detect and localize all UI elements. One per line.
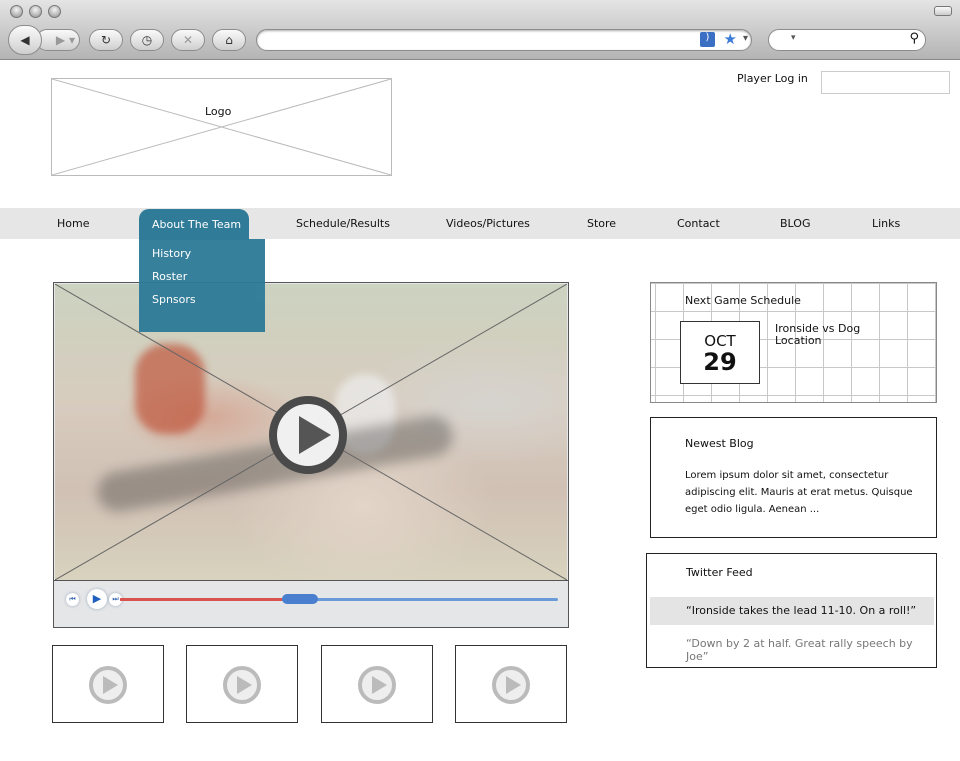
blog-excerpt[interactable]: Lorem ipsum dolor sit amet, consectetur … xyxy=(685,467,925,518)
tweet[interactable]: “Down by 2 at half. Great rally speech b… xyxy=(686,637,926,663)
history-button[interactable]: ◷ xyxy=(130,29,164,51)
tweet[interactable]: “Ironside takes the lead 11-10. On a rol… xyxy=(650,597,934,625)
video-controls: ⏮ ▶ ⏭ xyxy=(54,580,568,627)
video-player: ⏮ ▶ ⏭ xyxy=(53,282,569,628)
forward-icon: ▶ ▾ xyxy=(55,33,75,47)
search-icon[interactable]: ⚲ xyxy=(909,31,919,46)
twitter-feed-panel: Twitter Feed “Ironside takes the lead 11… xyxy=(646,553,937,668)
toolbar-toggle-button[interactable] xyxy=(934,6,952,16)
video-thumbnail[interactable] xyxy=(321,645,433,723)
play-icon xyxy=(89,666,127,704)
browser-toolbar: ◀ ▶ ▾ ↻ ◷ ✕ ⌂ ) ★ ▾ ▾ ⚲ xyxy=(0,0,960,60)
reload-button[interactable]: ↻ xyxy=(89,29,123,51)
video-thumbnail[interactable] xyxy=(52,645,164,723)
game-location: Location xyxy=(775,334,822,347)
play-icon xyxy=(492,666,530,704)
forward-button[interactable]: ▶ ▾ xyxy=(36,29,80,51)
address-bar[interactable]: ) ★ ▾ xyxy=(256,29,752,51)
back-icon: ◀ xyxy=(20,33,30,47)
stop-icon: ✕ xyxy=(182,33,194,47)
video-thumbnail[interactable] xyxy=(455,645,567,723)
game-date: OCT 29 xyxy=(680,321,760,384)
close-window-button[interactable] xyxy=(10,5,23,18)
nav-home[interactable]: Home xyxy=(57,208,89,239)
submenu-roster[interactable]: Roster xyxy=(139,265,265,288)
play-icon xyxy=(358,666,396,704)
logo-placeholder: Logo xyxy=(51,78,392,176)
search-engine-dropdown-icon[interactable]: ▾ xyxy=(791,33,796,43)
submenu-history[interactable]: History xyxy=(139,242,265,265)
newest-blog-panel: Newest Blog Lorem ipsum dolor sit amet, … xyxy=(650,417,937,538)
nav-blog[interactable]: BLOG xyxy=(780,208,810,239)
video-thumbnail[interactable] xyxy=(186,645,298,723)
home-button[interactable]: ⌂ xyxy=(212,29,246,51)
bookmark-star-icon[interactable]: ★ xyxy=(724,30,737,48)
player-login-label: Player Log in xyxy=(737,72,808,85)
blog-title: Newest Blog xyxy=(685,437,754,450)
back-button[interactable]: ◀ xyxy=(8,25,42,55)
stop-button[interactable]: ✕ xyxy=(171,29,205,51)
minimize-window-button[interactable] xyxy=(29,5,42,18)
logo-text: Logo xyxy=(205,105,232,118)
game-day: 29 xyxy=(703,348,737,376)
zoom-window-button[interactable] xyxy=(48,5,61,18)
schedule-title: Next Game Schedule xyxy=(685,294,801,307)
history-icon: ◷ xyxy=(141,33,153,47)
next-game-schedule-panel: Next Game Schedule OCT 29 Ironside vs Do… xyxy=(650,282,937,403)
previous-icon[interactable]: ⏮ xyxy=(66,593,79,606)
nav-schedule-results[interactable]: Schedule/Results xyxy=(296,208,390,239)
nav-contact[interactable]: Contact xyxy=(677,208,720,239)
progress-track[interactable] xyxy=(120,594,558,604)
player-login-input[interactable] xyxy=(821,71,950,94)
progress-fill xyxy=(120,598,283,601)
reload-icon: ↻ xyxy=(100,33,112,47)
nav-videos-pictures[interactable]: Videos/Pictures xyxy=(446,208,530,239)
twitter-title: Twitter Feed xyxy=(686,566,753,579)
play-icon xyxy=(223,666,261,704)
nav-links[interactable]: Links xyxy=(872,208,900,239)
search-field[interactable]: ▾ ⚲ xyxy=(768,29,926,51)
play-pause-icon[interactable]: ▶ xyxy=(87,589,107,609)
nav-about-the-team[interactable]: About The Team xyxy=(139,209,249,240)
about-submenu: History Roster Spnsors xyxy=(139,239,265,332)
video-frame-image xyxy=(55,284,567,580)
submenu-sponsors[interactable]: Spnsors xyxy=(139,288,265,311)
dropdown-icon[interactable]: ▾ xyxy=(743,33,748,44)
nav-store[interactable]: Store xyxy=(587,208,616,239)
play-icon[interactable] xyxy=(269,396,347,474)
progress-scrubber[interactable] xyxy=(282,594,319,604)
home-icon: ⌂ xyxy=(225,33,233,47)
rss-icon[interactable]: ) xyxy=(700,32,715,47)
